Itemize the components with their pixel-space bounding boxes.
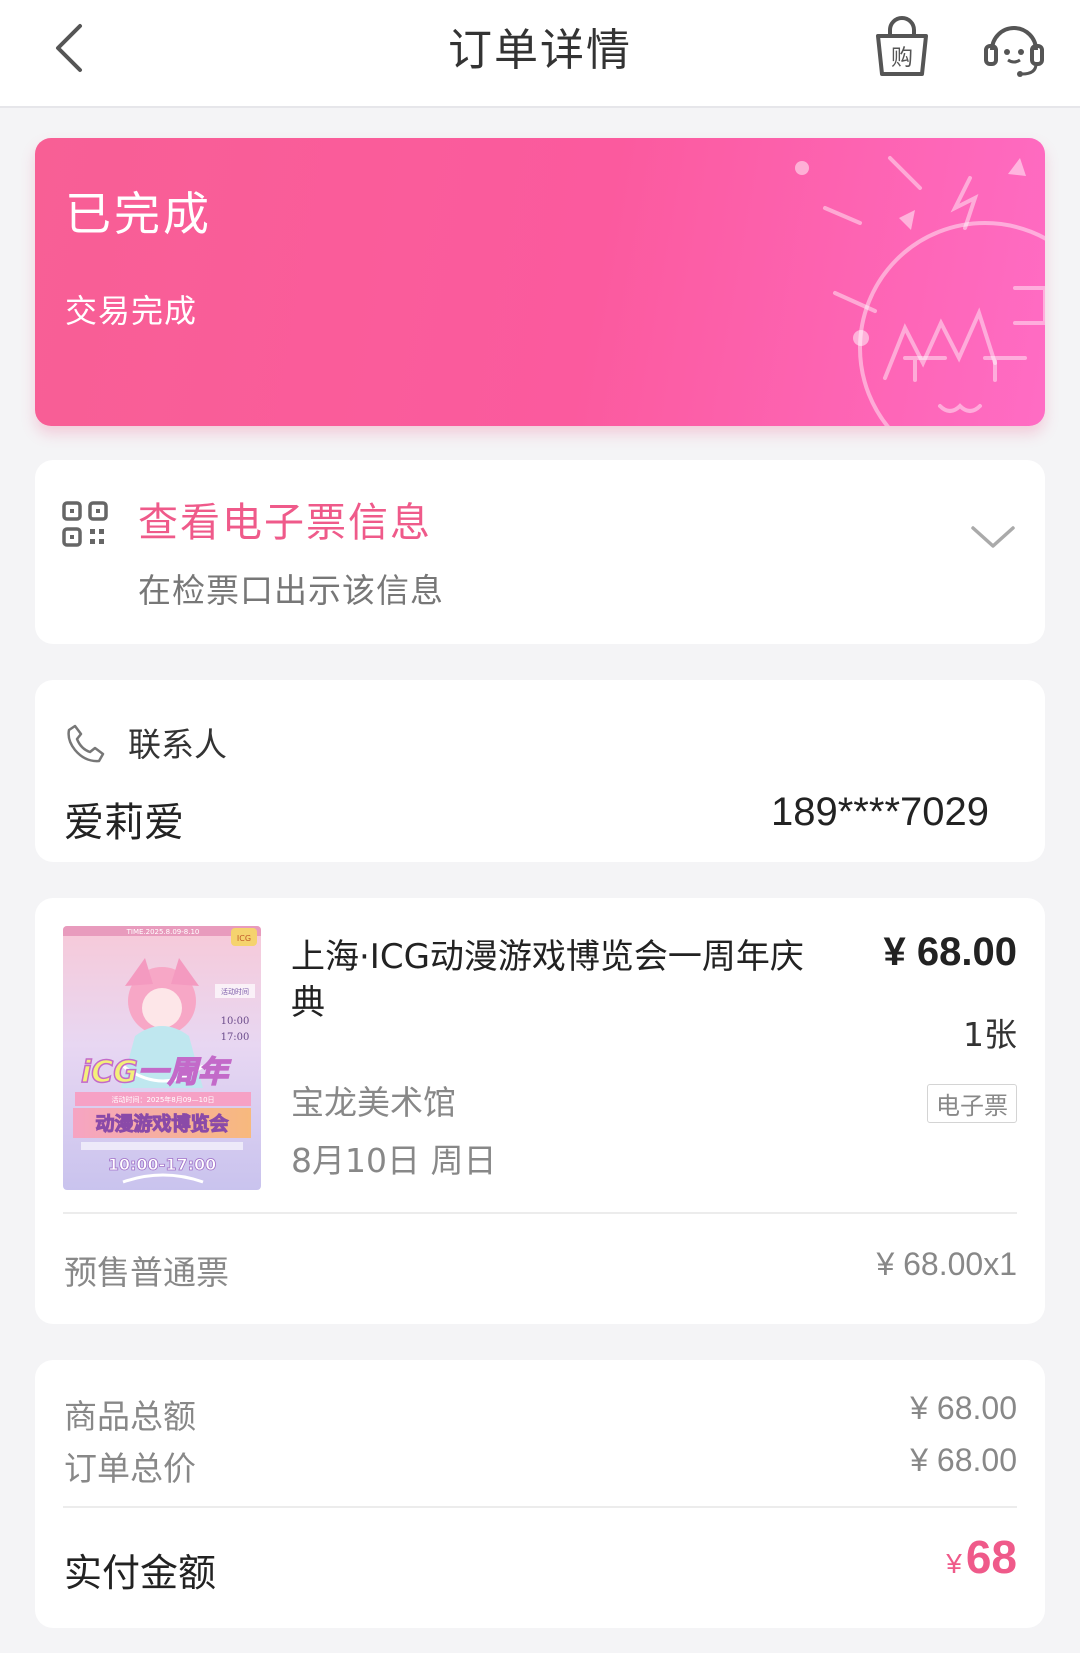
poster-side-label: 活动时间 xyxy=(221,987,249,996)
ticket-type-price: ¥ 68.00x1 xyxy=(876,1246,1017,1282)
product-date: 8月10日 周日 xyxy=(291,1141,497,1180)
poster-time-close: 17:00 xyxy=(221,1032,250,1043)
product-title[interactable]: 上海·ICG动漫游戏博览会一周年庆典 xyxy=(291,934,811,1026)
product-card: TIME.2025.8.09-8.10 ICG 活动时间 10:00 17:00… xyxy=(35,898,1045,1324)
status-subtitle: 交易完成 xyxy=(65,292,198,330)
divider xyxy=(63,1212,1017,1214)
order-total-value: ¥ 68.00 xyxy=(910,1442,1017,1478)
shopping-bag-button[interactable]: 购 xyxy=(870,16,934,80)
status-title: 已完成 xyxy=(65,187,212,241)
eticket-card[interactable]: 查看电子票信息 在检票口出示该信息 xyxy=(35,460,1045,644)
svg-text:购: 购 xyxy=(891,46,913,71)
paid-amount-label: 实付金额 xyxy=(64,1551,217,1595)
eticket-title: 查看电子票信息 xyxy=(138,500,432,546)
poster-main-title: 动漫游戏博览会 xyxy=(95,1112,228,1135)
goods-total-value: ¥ 68.00 xyxy=(910,1390,1017,1426)
contact-phone: 189****7029 xyxy=(771,790,989,834)
poster-hours: 10:00-17:00 xyxy=(108,1155,217,1174)
paid-amount-value: ¥68 xyxy=(946,1530,1017,1584)
phone-icon xyxy=(67,724,105,763)
poster-top-text: TIME.2025.8.09-8.10 xyxy=(126,928,200,936)
contact-card: 联系人 爱莉爱 189****7029 xyxy=(35,680,1045,862)
contact-label: 联系人 xyxy=(128,725,227,764)
divider xyxy=(63,1506,1017,1508)
poster-corner-badge: ICG xyxy=(237,934,251,943)
poster-big-text: iCG一周年 xyxy=(81,1055,232,1090)
chevron-down-icon[interactable] xyxy=(969,522,1017,552)
poster-time-open: 10:00 xyxy=(221,1016,250,1027)
ticket-type-label: 预售普通票 xyxy=(64,1253,229,1292)
paid-currency: ¥ xyxy=(946,1548,962,1579)
product-venue: 宝龙美术馆 xyxy=(291,1083,456,1122)
contact-name: 爱莉爱 xyxy=(64,800,184,846)
customer-service-button[interactable] xyxy=(980,16,1048,80)
order-status-banner: 已完成 交易完成 xyxy=(35,138,1045,426)
goods-total-label: 商品总额 xyxy=(64,1397,196,1436)
order-summary-card: 商品总额 ¥ 68.00 订单总价 ¥ 68.00 实付金额 ¥68 xyxy=(35,1360,1045,1628)
shopping-bag-icon: 购 xyxy=(876,16,928,76)
qr-code-icon xyxy=(62,501,108,547)
order-total-label: 订单总价 xyxy=(64,1449,196,1488)
product-price: ¥ 68.00 xyxy=(883,930,1017,974)
eticket-badge: 电子票 xyxy=(927,1084,1017,1123)
mascot-decoration-icon xyxy=(795,156,1045,426)
poster-event-line: 活动时间：2025年8月09—10日 xyxy=(111,1095,214,1104)
paid-amount: 68 xyxy=(965,1531,1017,1583)
customer-service-icon xyxy=(984,26,1044,77)
event-poster-image[interactable]: TIME.2025.8.09-8.10 ICG 活动时间 10:00 17:00… xyxy=(63,926,261,1190)
product-quantity: 1张 xyxy=(963,1015,1017,1054)
eticket-subtitle: 在检票口出示该信息 xyxy=(138,571,444,610)
app-header: 订单详情 购 xyxy=(0,0,1080,108)
